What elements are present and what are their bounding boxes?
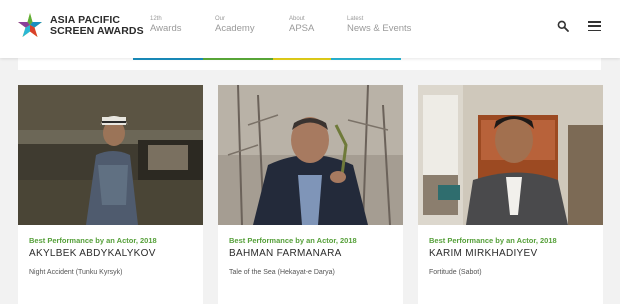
search-icon[interactable] — [557, 20, 569, 32]
hamburger-menu-icon[interactable] — [588, 21, 601, 31]
actor-photo — [418, 85, 603, 225]
nav-item-kicker: About — [289, 16, 305, 22]
actor-card[interactable]: Best Performance by an Actor, 2018 AKYLB… — [18, 85, 203, 304]
actor-card[interactable]: Best Performance by an Actor, 2018 BAHMA… — [218, 85, 403, 304]
actor-name[interactable]: BAHMAN FARMANARA — [229, 248, 342, 259]
strip-segment-yellow — [273, 58, 331, 60]
nav-item-kicker: 12th — [150, 16, 162, 22]
nav-item-academy[interactable]: Our Academy — [215, 16, 255, 35]
star-logo-icon — [18, 13, 42, 37]
nav-item-kicker: Our — [215, 16, 226, 22]
actor-name[interactable]: KARIM MIRKHADIYEV — [429, 248, 537, 259]
film-title: Tale of the Sea (Hekayat-e Darya) — [229, 269, 335, 276]
strip-segment-cyan — [331, 58, 401, 60]
nav-item-news-events[interactable]: Latest News & Events — [347, 16, 411, 35]
actor-card[interactable]: Best Performance by an Actor, 2018 KARIM… — [418, 85, 603, 304]
nav-item-apsa[interactable]: About APSA — [289, 16, 314, 35]
color-strip — [18, 58, 601, 70]
award-category: Best Performance by an Actor, 2018 — [229, 236, 357, 245]
site-header: ASIA PACIFIC SCREEN AWARDS 12th Awards O… — [0, 0, 620, 58]
nav-item-label: Academy — [215, 23, 255, 34]
strip-segment-blue — [133, 58, 203, 60]
film-title: Night Accident (Tunku Kyrsyk) — [29, 269, 123, 276]
strip-segment-green — [203, 58, 273, 60]
film-title: Fortitude (Sabot) — [429, 269, 482, 276]
nav-item-kicker: Latest — [347, 16, 364, 22]
award-category: Best Performance by an Actor, 2018 — [29, 236, 157, 245]
actor-photo — [218, 85, 403, 225]
logo-text-line2: SCREEN AWARDS — [50, 25, 144, 37]
nav-item-label: APSA — [289, 23, 315, 34]
nav-item-label: Awards — [150, 23, 182, 34]
actor-photo — [18, 85, 203, 225]
award-category: Best Performance by an Actor, 2018 — [429, 236, 557, 245]
nav-item-awards[interactable]: 12th Awards — [150, 16, 182, 35]
nav-item-label: News & Events — [347, 23, 412, 34]
actor-name[interactable]: AKYLBEK ABDYKALYKOV — [29, 248, 156, 259]
site-logo[interactable]: ASIA PACIFIC SCREEN AWARDS — [16, 12, 144, 40]
